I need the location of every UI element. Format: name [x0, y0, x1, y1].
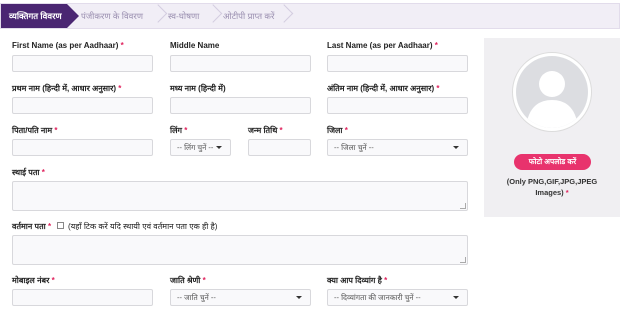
last-name-hindi-label: अंतिम नाम (हिन्दी में, आधार अनुसार) *	[327, 84, 440, 93]
father-husband-name-input[interactable]	[12, 139, 153, 156]
photo-format-note: (Only PNG,GIF,JPG,JPEG Images) *	[506, 177, 598, 197]
step-label: ओटीपी प्राप्त करें	[223, 11, 275, 21]
first-name-hindi-input[interactable]	[12, 97, 153, 114]
avatar-frame	[512, 52, 592, 132]
wizard-steps: व्यक्तिगत विवरण पंजीकरण के विवरण स्व-घोष…	[0, 3, 620, 29]
current-address-textarea[interactable]	[12, 235, 468, 265]
chevron-down-icon	[453, 296, 459, 299]
caste-category-select[interactable]: -- जाति चुनें --	[170, 289, 311, 306]
first-name-hindi-label: प्रथम नाम (हिन्दी में, आधार अनुसार) *	[12, 84, 122, 93]
chevron-down-icon	[216, 146, 222, 149]
first-name-input[interactable]	[12, 55, 153, 72]
avatar-placeholder-icon	[516, 56, 588, 128]
middle-name-label: Middle Name	[170, 41, 220, 50]
photo-upload-panel: फोटो अपलोड करें (Only PNG,GIF,JPG,JPEG I…	[484, 38, 620, 217]
middle-name-input[interactable]	[170, 55, 311, 72]
last-name-input[interactable]	[327, 55, 468, 72]
caste-select-value: -- जाति चुनें --	[177, 293, 216, 302]
district-select-value: -- जिला चुनें --	[334, 143, 374, 152]
step-label: पंजीकरण के विवरण	[81, 11, 144, 21]
mobile-input[interactable]	[12, 289, 153, 306]
district-label: जिला *	[327, 126, 348, 135]
step-get-otp[interactable]: ओटीपी प्राप्त करें	[223, 4, 274, 28]
step-separator-icon	[153, 4, 165, 28]
step-separator-icon	[279, 4, 291, 28]
middle-name-hindi-label: मध्य नाम (हिन्दी में)	[170, 84, 226, 93]
gender-select[interactable]: -- लिंग चुनें --	[170, 139, 231, 156]
caste-category-label: जाति श्रेणी *	[170, 276, 206, 285]
resize-handle-icon[interactable]	[460, 203, 466, 209]
step-label: स्व-घोषणा	[168, 11, 200, 21]
same-address-checkbox[interactable]	[57, 222, 64, 229]
step-personal-details[interactable]: व्यक्तिगत विवरण	[1, 4, 79, 28]
district-select[interactable]: -- जिला चुनें --	[327, 139, 468, 156]
last-name-label: Last Name (as per Aadhaar) *	[327, 41, 438, 50]
father-husband-name-label: पिता/पति नाम *	[12, 126, 58, 135]
permanent-address-label: स्थाई पता *	[12, 168, 45, 177]
permanent-address-textarea[interactable]	[12, 181, 468, 211]
same-address-note: (यहाँ टिक करें यदि स्थायी एवं वर्तमान पत…	[68, 222, 218, 231]
resize-handle-icon[interactable]	[460, 257, 466, 263]
disability-label: क्या आप दिव्यांग है *	[327, 276, 388, 285]
mobile-label: मोबाइल नंबर *	[12, 276, 55, 285]
step-registration-details[interactable]: पंजीकरण के विवरण	[81, 4, 143, 28]
step-separator-icon	[208, 4, 220, 28]
current-address-label: वर्तमान पता *	[12, 222, 52, 231]
gender-label: लिंग *	[170, 126, 188, 135]
first-name-label: First Name (as per Aadhaar) *	[12, 41, 124, 50]
chevron-down-icon	[296, 296, 302, 299]
disability-select-value: -- दिव्यांगता की जानकारी चुनें --	[334, 293, 421, 302]
middle-name-hindi-input[interactable]	[170, 97, 311, 114]
last-name-hindi-input[interactable]	[327, 97, 468, 114]
disability-select[interactable]: -- दिव्यांगता की जानकारी चुनें --	[327, 289, 468, 306]
chevron-down-icon	[453, 146, 459, 149]
step-label: व्यक्तिगत विवरण	[9, 11, 62, 21]
gender-select-value: -- लिंग चुनें --	[177, 143, 214, 152]
dob-label: जन्म तिथि *	[248, 126, 283, 135]
dob-input[interactable]	[248, 139, 311, 156]
step-self-declaration[interactable]: स्व-घोषणा	[168, 4, 199, 28]
photo-upload-button[interactable]: फोटो अपलोड करें	[514, 154, 591, 170]
